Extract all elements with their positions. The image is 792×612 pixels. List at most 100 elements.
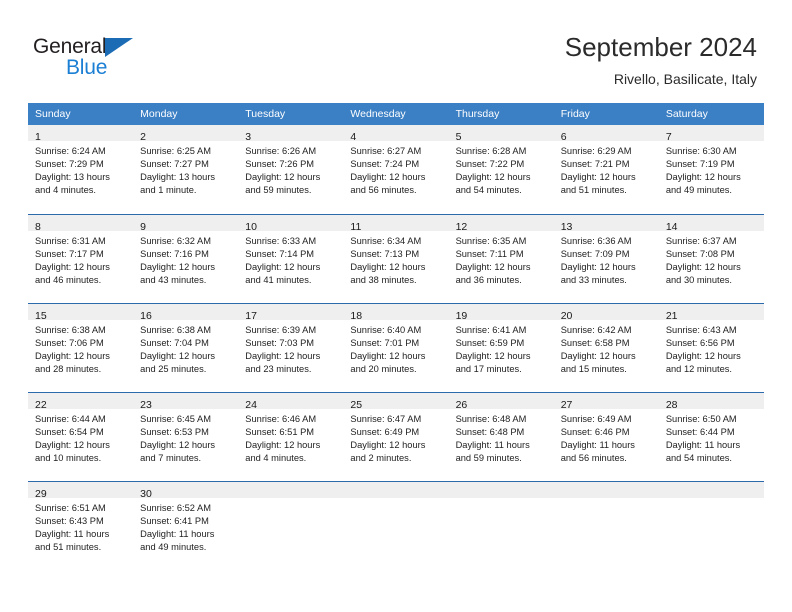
sunrise-text: Sunrise: 6:52 AM: [140, 503, 211, 513]
daylight-text-1: Daylight: 12 hours: [35, 440, 110, 451]
calendar-cell[interactable]: 27 Sunrise: 6:49 AM Sunset: 6:46 PM Dayligh…: [553, 392, 659, 481]
day-number: 5: [455, 131, 462, 143]
page-header: General Blue September 2024 Rivello, Bas…: [0, 0, 792, 96]
day-number: 6: [560, 131, 567, 143]
calendar-cell-empty: [553, 481, 659, 564]
daylight-text-2: and 36 minutes.: [455, 275, 522, 286]
calendar-header-row: Sunday Monday Tuesday Wednesday Thursday…: [28, 103, 764, 125]
sunrise-text: Sunrise: 6:31 AM: [35, 236, 106, 246]
day-number: 4: [350, 131, 357, 143]
calendar-cell[interactable]: 29 Sunrise: 6:51 AM Sunset: 6:43 PM Dayligh…: [28, 481, 134, 564]
daylight-text-1: Daylight: 12 hours: [560, 351, 636, 362]
daylight-text-2: and 46 minutes.: [35, 275, 102, 286]
sunset-text: Sunset: 6:43 PM: [35, 516, 104, 527]
day-number: 17: [245, 310, 257, 322]
page-title: September 2024: [564, 32, 757, 62]
calendar-cell[interactable]: 1 Sunrise: 6:24 AM Sunset: 7:29 PM Daylight…: [28, 125, 134, 214]
sunset-text: Sunset: 7:19 PM: [665, 159, 735, 170]
calendar-cell[interactable]: 17 Sunrise: 6:39 AM Sunset: 7:03 PM Dayligh…: [238, 303, 344, 392]
daylight-text-1: Daylight: 12 hours: [350, 440, 426, 451]
daylight-text-2: and 17 minutes.: [455, 364, 522, 375]
sunrise-text: Sunrise: 6:44 AM: [35, 414, 106, 424]
sunrise-text: Sunrise: 6:29 AM: [560, 146, 632, 156]
day-number: 16: [140, 310, 152, 322]
week-row: 1 Sunrise: 6:24 AM Sunset: 7:29 PM Daylight…: [28, 125, 764, 214]
daylight-text-2: and 41 minutes.: [245, 275, 312, 286]
sunrise-sunset-calendar: Sunday Monday Tuesday Wednesday Thursday…: [28, 103, 764, 564]
calendar-cell-empty: [448, 481, 554, 564]
logo-triangle-icon: [105, 38, 133, 57]
daylight-text-2: and 7 minutes.: [140, 453, 202, 464]
daylight-text-2: and 23 minutes.: [245, 364, 312, 375]
day-number: 15: [35, 310, 47, 322]
calendar-cell[interactable]: 18 Sunrise: 6:40 AM Sunset: 7:01 PM Dayligh…: [343, 303, 449, 392]
calendar-cell[interactable]: 21 Sunrise: 6:43 AM Sunset: 6:56 PM Dayligh…: [658, 303, 764, 392]
general-blue-logo[interactable]: General Blue: [33, 36, 233, 84]
daylight-text-1: Daylight: 12 hours: [455, 351, 531, 362]
sunrise-text: Sunrise: 6:46 AM: [245, 414, 317, 424]
calendar-cell[interactable]: 19 Sunrise: 6:41 AM Sunset: 6:59 PM Dayligh…: [448, 303, 554, 392]
calendar-cell[interactable]: 22 Sunrise: 6:44 AM Sunset: 6:54 PM Dayligh…: [28, 392, 134, 481]
daylight-text-2: and 49 minutes.: [665, 185, 732, 196]
calendar-cell[interactable]: 5 Sunrise: 6:28 AM Sunset: 7:22 PM Daylight…: [448, 125, 554, 214]
daylight-text-2: and 20 minutes.: [350, 364, 417, 375]
calendar-cell-empty: [238, 481, 344, 564]
calendar-cell[interactable]: 25 Sunrise: 6:47 AM Sunset: 6:49 PM Dayligh…: [343, 392, 449, 481]
calendar-cell[interactable]: 4 Sunrise: 6:27 AM Sunset: 7:24 PM Daylight…: [343, 125, 449, 214]
calendar-cell[interactable]: 8 Sunrise: 6:31 AM Sunset: 7:17 PM Daylight…: [28, 214, 134, 303]
calendar-cell[interactable]: 9 Sunrise: 6:32 AM Sunset: 7:16 PM Daylight…: [133, 214, 239, 303]
sunrise-text: Sunrise: 6:48 AM: [455, 414, 527, 424]
page-subtitle: Rivello, Basilicate, Italy: [613, 71, 757, 87]
day-number: 13: [560, 221, 573, 233]
daylight-text-1: Daylight: 12 hours: [35, 262, 110, 273]
calendar-body: 1 Sunrise: 6:24 AM Sunset: 7:29 PM Daylight…: [28, 125, 764, 564]
calendar-cell[interactable]: 6 Sunrise: 6:29 AM Sunset: 7:21 PM Daylight…: [553, 125, 659, 214]
calendar-cell[interactable]: 12 Sunrise: 6:35 AM Sunset: 7:11 PM Dayligh…: [448, 214, 554, 303]
calendar-cell[interactable]: 2 Sunrise: 6:25 AM Sunset: 7:27 PM Daylight…: [133, 125, 239, 214]
calendar-cell[interactable]: 11 Sunrise: 6:34 AM Sunset: 7:13 PM Dayligh…: [343, 214, 449, 303]
week-row: 15 Sunrise: 6:38 AM Sunset: 7:06 PM Dayligh…: [28, 303, 764, 392]
day-number: 1: [35, 131, 41, 143]
daylight-text-1: Daylight: 12 hours: [245, 440, 321, 451]
daylight-text-1: Daylight: 12 hours: [245, 351, 321, 362]
sunset-text: Sunset: 7:09 PM: [560, 249, 630, 260]
sunrise-text: Sunrise: 6:47 AM: [350, 414, 422, 424]
calendar-cell[interactable]: 30 Sunrise: 6:52 AM Sunset: 6:41 PM Dayligh…: [133, 481, 239, 564]
daylight-text-1: Daylight: 13 hours: [140, 172, 216, 183]
sunrise-text: Sunrise: 6:40 AM: [350, 325, 422, 335]
calendar-cell[interactable]: 14 Sunrise: 6:37 AM Sunset: 7:08 PM Dayligh…: [658, 214, 764, 303]
sunrise-text: Sunrise: 6:30 AM: [665, 146, 737, 156]
sunrise-text: Sunrise: 6:50 AM: [665, 414, 737, 424]
calendar-cell[interactable]: 7 Sunrise: 6:30 AM Sunset: 7:19 PM Daylight…: [658, 125, 764, 214]
calendar-cell[interactable]: 10 Sunrise: 6:33 AM Sunset: 7:14 PM Dayligh…: [238, 214, 344, 303]
sunset-text: Sunset: 7:27 PM: [140, 159, 209, 170]
week-row: 29 Sunrise: 6:51 AM Sunset: 6:43 PM Dayligh…: [28, 481, 764, 564]
day-number: 26: [455, 399, 468, 411]
calendar-cell[interactable]: 13 Sunrise: 6:36 AM Sunset: 7:09 PM Dayligh…: [553, 214, 659, 303]
day-number: 24: [245, 399, 257, 411]
sunset-text: Sunset: 6:59 PM: [455, 338, 525, 349]
day-number: 9: [140, 221, 146, 233]
calendar-cell[interactable]: 20 Sunrise: 6:42 AM Sunset: 6:58 PM Dayligh…: [553, 303, 659, 392]
calendar-cell[interactable]: 3 Sunrise: 6:26 AM Sunset: 7:26 PM Daylight…: [238, 125, 344, 214]
calendar-cell[interactable]: 15 Sunrise: 6:38 AM Sunset: 7:06 PM Dayligh…: [28, 303, 134, 392]
calendar-cell[interactable]: 26 Sunrise: 6:48 AM Sunset: 6:48 PM Dayligh…: [448, 392, 554, 481]
day-number: 25: [350, 399, 363, 411]
calendar-cell[interactable]: 28 Sunrise: 6:50 AM Sunset: 6:44 PM Dayligh…: [658, 392, 764, 481]
day-number: 11: [350, 221, 362, 233]
calendar-cell[interactable]: 24 Sunrise: 6:46 AM Sunset: 6:51 PM Dayligh…: [238, 392, 344, 481]
daylight-text-2: and 59 minutes.: [245, 185, 312, 196]
sunset-text: Sunset: 7:03 PM: [245, 338, 315, 349]
daylight-text-1: Daylight: 12 hours: [350, 172, 426, 183]
calendar-cell[interactable]: 16 Sunrise: 6:38 AM Sunset: 7:04 PM Dayligh…: [133, 303, 239, 392]
logo-general-label: General: [33, 35, 107, 58]
daylight-text-2: and 2 minutes.: [350, 453, 412, 464]
day-number: 10: [245, 221, 257, 233]
daylight-text-2: and 49 minutes.: [140, 542, 207, 553]
sunset-text: Sunset: 7:17 PM: [35, 249, 104, 260]
daylight-text-2: and 54 minutes.: [665, 453, 732, 464]
column-header-friday: Friday: [553, 103, 659, 125]
day-number: 28: [665, 399, 678, 411]
calendar-cell[interactable]: 23 Sunrise: 6:45 AM Sunset: 6:53 PM Dayligh…: [133, 392, 239, 481]
daylight-text-2: and 1 minute.: [140, 185, 197, 196]
